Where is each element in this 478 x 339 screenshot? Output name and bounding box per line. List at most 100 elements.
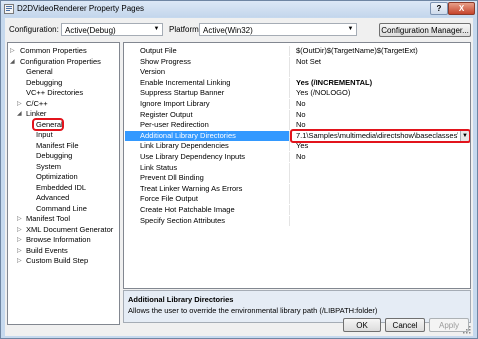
help-button[interactable]: ? (430, 2, 448, 15)
tree-item[interactable]: General (8, 67, 119, 77)
tree-item-label: Custom Build Step (26, 256, 89, 265)
tree-item-label: Input (36, 130, 53, 139)
tree-item[interactable]: Debugging (8, 78, 119, 88)
property-row[interactable]: Create Hot Patchable Image (124, 205, 470, 215)
configuration-dropdown[interactable]: Active(Debug) ▼ (61, 23, 163, 36)
property-value: No (296, 152, 306, 161)
expand-arrow-icon[interactable]: ▷ (17, 214, 23, 224)
tree-item[interactable]: ▷ XML Document Generator (8, 225, 119, 235)
property-name: Link Status (125, 162, 290, 173)
tree-item-label: Linker (26, 109, 47, 118)
tree-item-label: XML Document Generator (26, 224, 114, 234)
collapse-arrow-icon[interactable]: ◢ (17, 109, 23, 119)
property-value: No (296, 120, 306, 130)
tree-item[interactable]: ◢ Configuration Properties (8, 57, 119, 67)
property-row[interactable]: Version (124, 67, 470, 78)
description-text: Allows the user to override the environm… (128, 306, 378, 315)
cancel-button[interactable]: Cancel (385, 318, 425, 332)
property-name: Register Output (125, 109, 290, 120)
resize-grip-icon[interactable] (463, 326, 471, 334)
property-name: Force File Output (125, 194, 290, 205)
expand-arrow-icon[interactable]: ▷ (17, 246, 23, 256)
property-row[interactable]: Treat Linker Warning As Errors (124, 183, 470, 194)
property-row[interactable]: Register Output No (124, 109, 470, 120)
configuration-manager-button[interactable]: Configuration Manager... (379, 23, 471, 37)
expand-arrow-icon[interactable]: ▷ (17, 235, 23, 245)
property-row[interactable]: Ignore Import Library No (124, 99, 470, 109)
tree-item[interactable]: Debugging (8, 151, 119, 161)
collapse-arrow-icon[interactable]: ◢ (10, 57, 16, 67)
property-row[interactable]: Per-user Redirection No (124, 120, 470, 131)
tree-item-label: General (36, 119, 63, 129)
property-name: Treat Linker Warning As Errors (125, 183, 290, 194)
property-name: Use Library Dependency Inputs (125, 152, 290, 162)
tree-item[interactable]: ▷ Build Events (8, 246, 119, 256)
tree-item[interactable]: ▷ Manifest Tool (8, 214, 119, 224)
tree-item[interactable]: ▷ Browse Information (8, 235, 119, 245)
property-row[interactable]: Use Library Dependency Inputs No (124, 152, 470, 162)
chevron-down-icon[interactable]: ▼ (460, 130, 469, 141)
tree-item-label: Configuration Properties (20, 56, 101, 66)
property-row[interactable]: Additional Library Directories 7.1\Sample… (124, 128, 470, 143)
property-name: Show Progress (125, 56, 290, 67)
property-row[interactable]: Suppress Startup Banner Yes (/NOLOGO) (124, 88, 470, 99)
property-row[interactable]: Prevent Dll Binding (124, 173, 470, 184)
tree-item[interactable]: Embedded IDL (8, 183, 119, 193)
tree-item[interactable]: Input (8, 130, 119, 140)
chevron-down-icon: ▼ (153, 26, 160, 32)
property-value (294, 205, 470, 215)
property-value (294, 194, 470, 204)
tree-item[interactable]: Advanced (8, 193, 119, 203)
dialog-client-area: Configuration: Active(Debug) ▼ Platform:… (5, 18, 473, 336)
tree-item-label: VC++ Directories (26, 88, 84, 97)
expand-arrow-icon[interactable]: ▷ (17, 256, 23, 266)
property-name: Version (125, 67, 290, 78)
property-value: Yes (296, 141, 309, 151)
property-value (294, 163, 470, 173)
tree-item[interactable]: General (8, 120, 119, 130)
property-row[interactable]: Specify Section Attributes (124, 215, 470, 226)
tree-item[interactable]: ▷ Common Properties (8, 46, 119, 56)
tree-item[interactable]: Manifest File (8, 141, 119, 151)
property-name: Ignore Import Library (125, 99, 290, 109)
tree-item[interactable]: Command Line (8, 204, 119, 214)
property-name: Per-user Redirection (125, 120, 290, 131)
property-name: Create Hot Patchable Image (125, 205, 290, 215)
property-name: Enable Incremental Linking (125, 77, 290, 88)
ok-button[interactable]: OK (343, 318, 381, 332)
configuration-label: Configuration: (9, 25, 59, 34)
tree-item[interactable]: VC++ Directories (8, 88, 119, 98)
property-row[interactable]: Force File Output (124, 194, 470, 205)
property-value[interactable]: 7.1\Samples\multimedia\directshow\basecl… (294, 130, 458, 141)
title-bar[interactable]: D2DVideoRenderer Property Pages ? X (1, 1, 477, 17)
property-row[interactable]: Link Library Dependencies Yes (124, 141, 470, 152)
property-name: Suppress Startup Banner (125, 88, 290, 99)
property-row[interactable]: Show Progress Not Set (124, 56, 470, 67)
expand-arrow-icon[interactable]: ▷ (17, 99, 23, 109)
tree-item[interactable]: Optimization (8, 172, 119, 182)
description-title: Additional Library Directories (128, 295, 234, 304)
chevron-down-icon: ▼ (347, 26, 354, 32)
expand-arrow-icon[interactable]: ▷ (17, 225, 23, 235)
tree-item[interactable]: System (8, 162, 119, 172)
configuration-value: Active(Debug) (65, 26, 116, 35)
platform-dropdown[interactable]: Active(Win32) ▼ (199, 23, 357, 36)
property-row[interactable]: Enable Incremental Linking Yes (/INCREMEN… (124, 77, 470, 88)
tree-item[interactable]: ▷ C/C++ (8, 99, 119, 109)
property-name: Additional Library Directories (125, 130, 290, 141)
property-value (294, 216, 470, 226)
tree-item-label: Common Properties (20, 46, 87, 55)
tree-item-label: Browse Information (26, 235, 91, 244)
property-row[interactable]: Output File $(OutDir)$(TargetName)$(Targe… (124, 46, 470, 56)
tree-item-label: General (26, 67, 53, 76)
close-button[interactable]: X (448, 2, 475, 15)
tree-item-label: System (36, 161, 62, 171)
property-name: Link Library Dependencies (125, 141, 290, 152)
tree-item[interactable]: ▷ Custom Build Step (8, 256, 119, 266)
property-pages-window: D2DVideoRenderer Property Pages ? X Conf… (0, 0, 478, 339)
expand-arrow-icon[interactable]: ▷ (10, 46, 16, 56)
tree-item-label: C/C++ (26, 98, 48, 108)
property-value: No (296, 109, 306, 119)
property-row[interactable]: Link Status (124, 162, 470, 173)
tree-item[interactable]: ◢ Linker (8, 109, 119, 119)
